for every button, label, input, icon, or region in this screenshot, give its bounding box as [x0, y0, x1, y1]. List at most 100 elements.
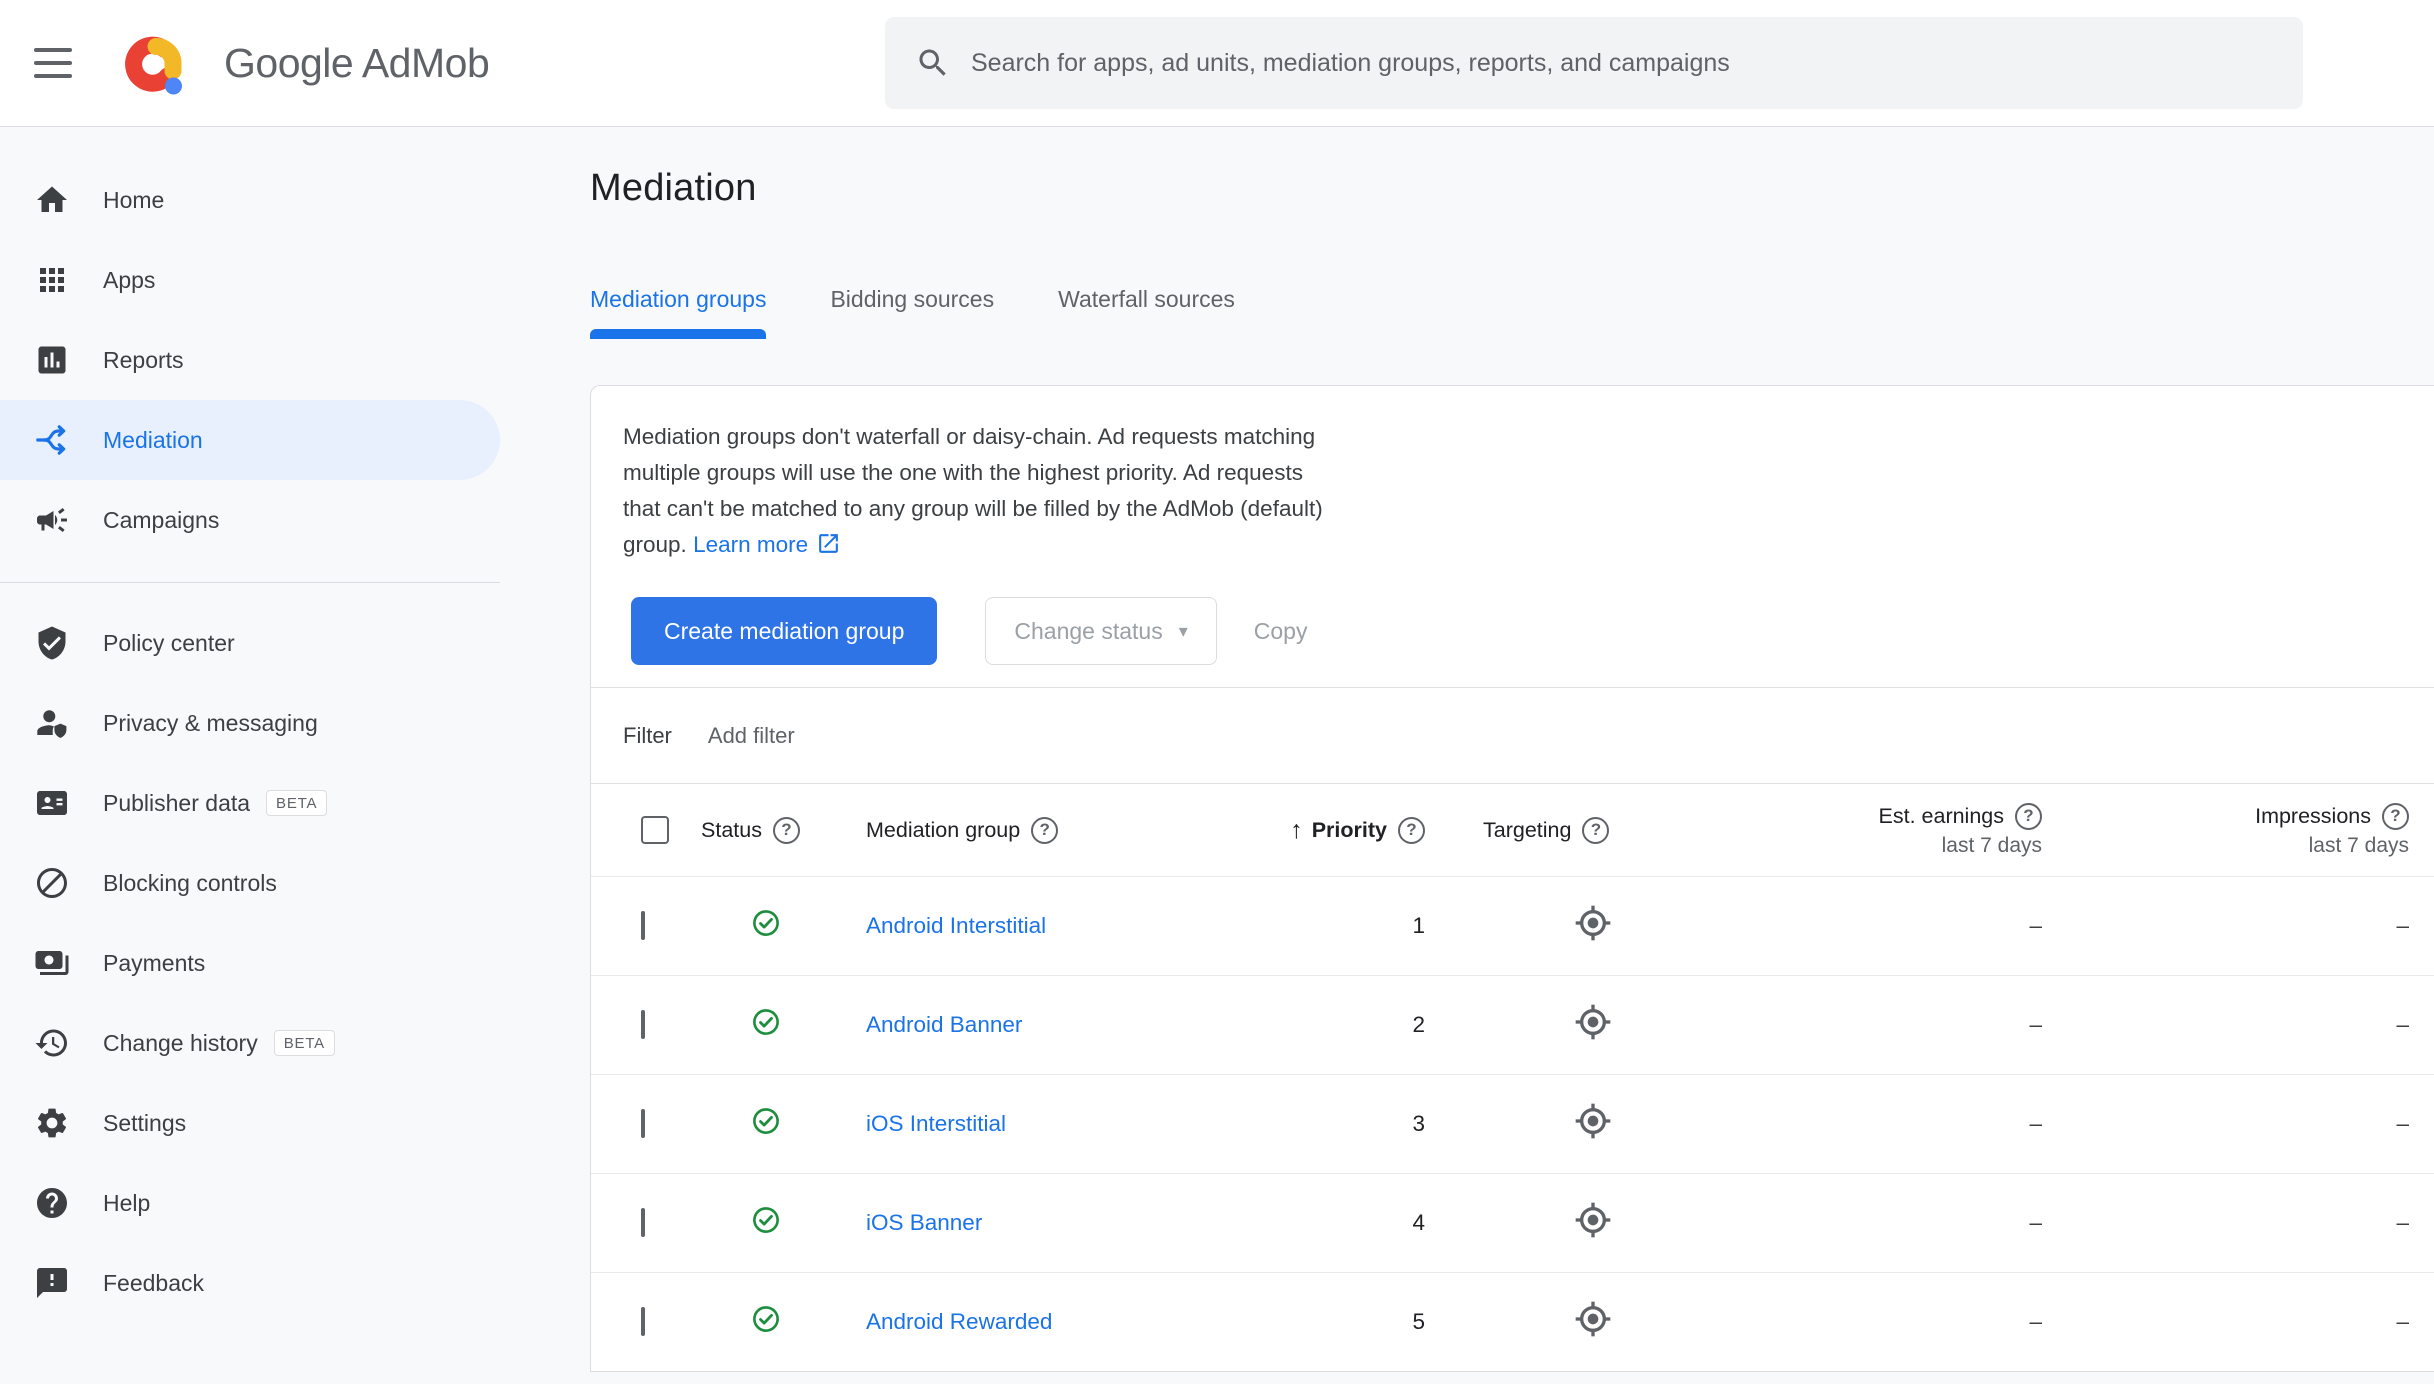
- mediation-group-link[interactable]: Android Banner: [866, 1012, 1022, 1037]
- sidebar-item-help[interactable]: Help: [0, 1163, 500, 1243]
- mediation-notice: Mediation groups don't waterfall or dais…: [591, 386, 2434, 563]
- targeting-icon[interactable]: [1573, 1101, 1613, 1141]
- priority-value: 2: [1412, 1012, 1425, 1037]
- status-enabled-icon: [753, 1207, 779, 1233]
- help-icon[interactable]: ?: [1031, 816, 1059, 844]
- mediation-split-icon: [34, 422, 70, 458]
- mediation-groups-card: Mediation groups don't waterfall or dais…: [590, 385, 2434, 1372]
- help-icon[interactable]: ?: [1582, 816, 1610, 844]
- menu-button[interactable]: [34, 48, 72, 78]
- targeting-icon[interactable]: [1573, 1299, 1613, 1339]
- col-status: Status ?: [701, 816, 866, 844]
- publisher-data-card-icon: [34, 785, 70, 821]
- sidebar-divider: [0, 582, 500, 583]
- table-row: Android Rewarded 5 – –: [591, 1272, 2434, 1371]
- search-input[interactable]: [971, 48, 2271, 78]
- earnings-value: –: [2029, 1012, 2042, 1037]
- sidebar-item-payments[interactable]: Payments: [0, 923, 500, 1003]
- notice-line: that can't be matched to any group will …: [623, 496, 1323, 521]
- row-checkbox[interactable]: [641, 911, 645, 940]
- privacy-person-icon: [34, 705, 70, 741]
- sidebar-item-blocking-controls[interactable]: Blocking controls: [0, 843, 500, 923]
- impressions-value: –: [2396, 1309, 2409, 1334]
- filter-label: Filter: [623, 722, 672, 748]
- reports-chart-icon: [34, 342, 70, 378]
- targeting-icon[interactable]: [1573, 1200, 1613, 1240]
- external-link-icon: [819, 534, 839, 553]
- impressions-value: –: [2396, 1012, 2409, 1037]
- impressions-value: –: [2396, 1210, 2409, 1235]
- tab-waterfall-sources[interactable]: Waterfall sources: [1058, 286, 1235, 339]
- sidebar-item-settings[interactable]: Settings: [0, 1083, 500, 1163]
- earnings-value: –: [2029, 1111, 2042, 1136]
- brand-name: Google AdMob: [224, 39, 490, 86]
- learn-more-link[interactable]: Learn more: [693, 532, 808, 557]
- sidebar-item-publisher-data[interactable]: Publisher data BETA: [0, 763, 500, 843]
- main-content: Mediation Mediation groups Bidding sourc…: [520, 127, 2434, 1384]
- mediation-group-link[interactable]: Android Interstitial: [866, 913, 1046, 938]
- chevron-down-icon: ▾: [1178, 620, 1188, 641]
- app-header: Google AdMob: [0, 0, 2434, 127]
- history-icon: [34, 1025, 70, 1061]
- create-mediation-group-button[interactable]: Create mediation group: [631, 597, 938, 665]
- actions-row: Create mediation group Change status ▾ C…: [591, 563, 2434, 687]
- add-filter-button[interactable]: Add filter: [708, 723, 795, 749]
- sidebar-item-feedback[interactable]: Feedback: [0, 1243, 500, 1323]
- mediation-group-link[interactable]: Android Rewarded: [866, 1309, 1052, 1334]
- targeting-icon[interactable]: [1573, 903, 1613, 943]
- select-all-checkbox[interactable]: [641, 816, 669, 844]
- tab-bar: Mediation groups Bidding sources Waterfa…: [590, 286, 2434, 339]
- col-mediation-group: Mediation group ?: [866, 816, 1271, 844]
- copy-button[interactable]: Copy: [1254, 618, 1308, 645]
- targeting-icon[interactable]: [1573, 1002, 1613, 1042]
- earnings-value: –: [2029, 913, 2042, 938]
- earnings-value: –: [2029, 1210, 2042, 1235]
- settings-gear-icon: [34, 1105, 70, 1141]
- campaigns-megaphone-icon: [34, 502, 70, 538]
- page-title: Mediation: [590, 167, 757, 209]
- filter-row: Filter Add filter: [591, 687, 2434, 783]
- search-icon: [919, 49, 946, 76]
- sidebar-item-mediation[interactable]: Mediation: [0, 400, 500, 480]
- sort-ascending-icon: ↑: [1290, 815, 1303, 844]
- status-enabled-icon: [753, 1306, 779, 1332]
- table-header: Status ? Mediation group ? ↑ Priority ? …: [591, 783, 2434, 876]
- priority-value: 4: [1412, 1210, 1425, 1235]
- status-enabled-icon: [753, 1009, 779, 1035]
- help-icon: [34, 1185, 70, 1221]
- notice-line: group. Learn more: [623, 527, 2402, 563]
- help-icon[interactable]: ?: [1398, 816, 1425, 844]
- col-est-earnings: Est. earnings ? last 7 days: [1878, 802, 2042, 857]
- notice-line: Mediation groups don't waterfall or dais…: [623, 424, 1316, 449]
- help-icon[interactable]: ?: [2382, 802, 2409, 830]
- sidebar-item-policy-center[interactable]: Policy center: [0, 603, 500, 683]
- col-targeting: Targeting ?: [1431, 816, 1701, 844]
- row-checkbox[interactable]: [641, 1208, 645, 1237]
- row-checkbox[interactable]: [641, 1010, 645, 1039]
- mediation-group-link[interactable]: iOS Banner: [866, 1210, 982, 1235]
- blocking-icon: [34, 865, 70, 901]
- row-checkbox[interactable]: [641, 1307, 645, 1336]
- sidebar-item-privacy-messaging[interactable]: Privacy & messaging: [0, 683, 500, 763]
- notice-line: multiple groups will use the one with th…: [623, 460, 1303, 485]
- beta-badge: BETA: [266, 790, 328, 816]
- sidebar-item-reports[interactable]: Reports: [0, 320, 500, 400]
- sidebar-item-change-history[interactable]: Change history BETA: [0, 1003, 500, 1083]
- tab-bidding-sources[interactable]: Bidding sources: [830, 286, 994, 339]
- search-bar[interactable]: [885, 17, 2303, 109]
- col-priority[interactable]: ↑ Priority ?: [1271, 816, 1431, 845]
- tab-mediation-groups[interactable]: Mediation groups: [590, 286, 767, 339]
- help-icon[interactable]: ?: [2015, 802, 2042, 830]
- row-checkbox[interactable]: [641, 1109, 645, 1138]
- priority-value: 1: [1412, 913, 1425, 938]
- impressions-value: –: [2396, 1111, 2409, 1136]
- sidebar-item-apps[interactable]: Apps: [0, 240, 500, 320]
- sidebar-item-home[interactable]: Home: [0, 160, 500, 240]
- sidebar-item-campaigns[interactable]: Campaigns: [0, 480, 500, 560]
- help-icon[interactable]: ?: [772, 816, 800, 844]
- mediation-group-link[interactable]: iOS Interstitial: [866, 1111, 1006, 1136]
- policy-shield-icon: [34, 625, 70, 661]
- change-status-button[interactable]: Change status ▾: [985, 597, 1217, 665]
- priority-value: 5: [1412, 1309, 1425, 1334]
- sidebar: Home Apps Reports Mediation Campaigns Po…: [0, 127, 520, 1384]
